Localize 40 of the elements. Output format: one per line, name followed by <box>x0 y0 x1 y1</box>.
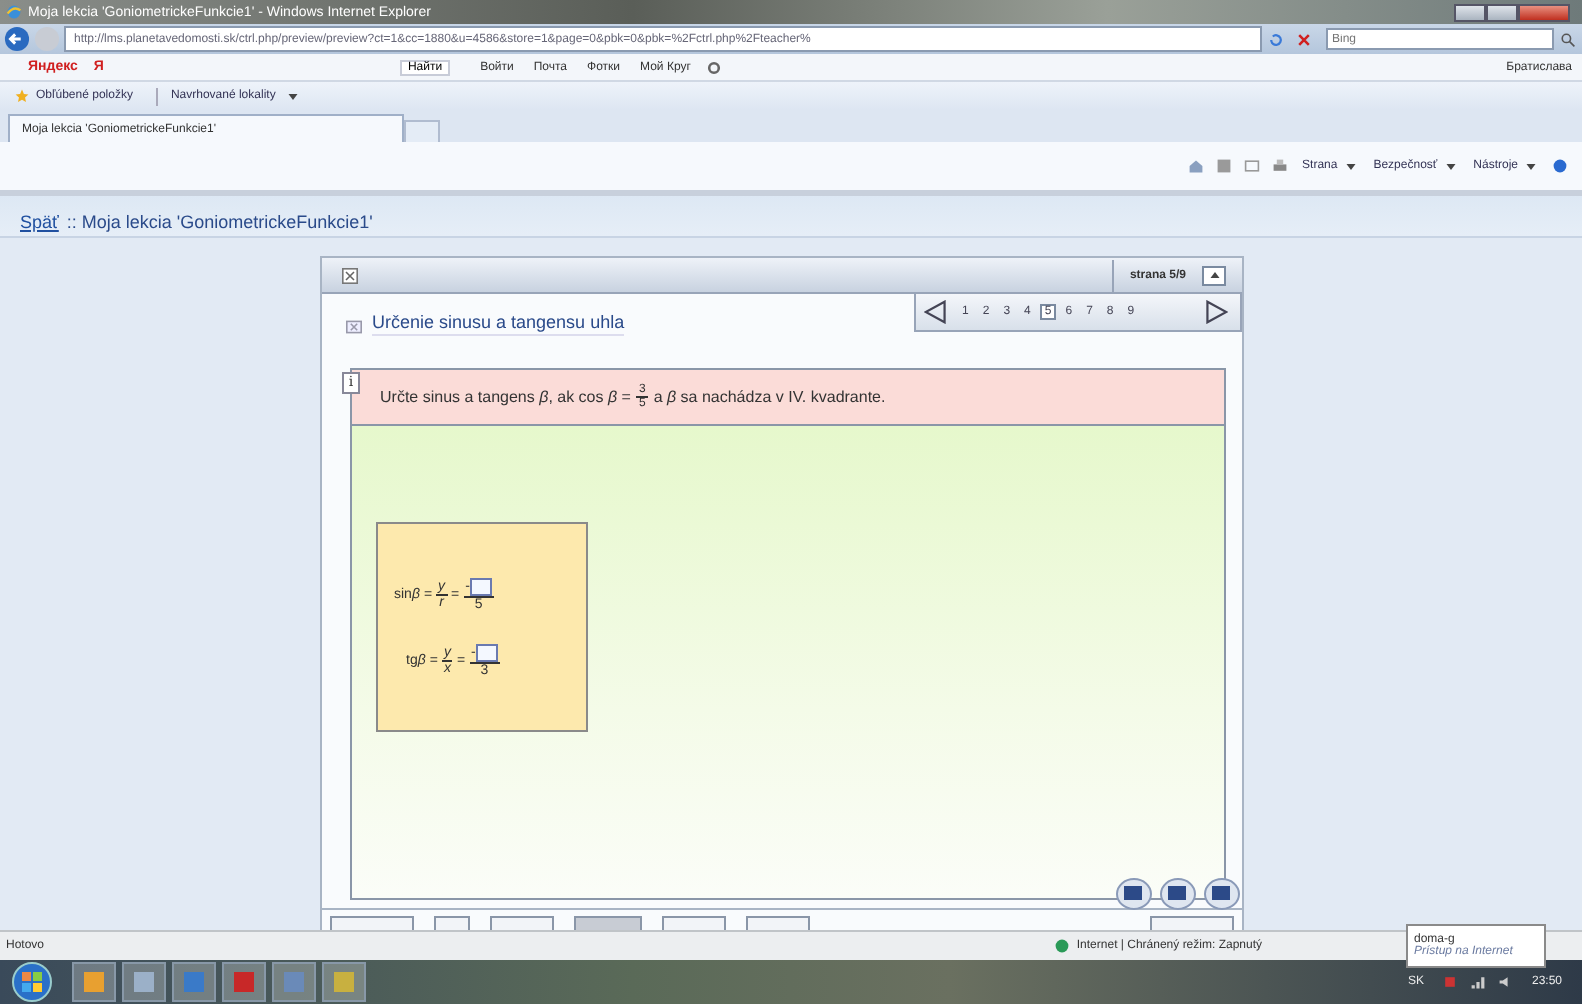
taskbar-button[interactable] <box>222 962 266 1002</box>
back-link[interactable]: Späť <box>20 212 59 232</box>
stop-icon[interactable] <box>1296 31 1312 47</box>
round-button[interactable] <box>1160 878 1196 910</box>
round-button[interactable] <box>1204 878 1240 910</box>
globe-icon <box>1054 938 1071 954</box>
settings-icon[interactable] <box>706 59 723 75</box>
tray-icon[interactable] <box>1441 974 1458 990</box>
caret-icon[interactable] <box>1526 163 1536 169</box>
search-icon[interactable] <box>1560 31 1576 47</box>
star-icon[interactable] <box>14 88 30 104</box>
taskbar-button[interactable] <box>122 962 166 1002</box>
close-button[interactable] <box>1518 3 1570 21</box>
volume-icon[interactable] <box>1497 974 1514 990</box>
page-heading: :: Moja lekcia 'GoniometrickeFunkcie1' <box>66 212 373 232</box>
maximize-button[interactable] <box>1486 3 1518 21</box>
taskbar-button[interactable] <box>322 962 366 1002</box>
caret-icon[interactable] <box>287 93 298 99</box>
lesson-title: Určenie sinusu a tangensu uhla <box>372 312 625 336</box>
network-icon[interactable] <box>1469 974 1486 990</box>
back-button[interactable] <box>4 26 30 52</box>
next-page-button[interactable] <box>1204 300 1228 324</box>
lesson-icon <box>346 320 362 334</box>
help-icon[interactable] <box>1552 158 1568 174</box>
browser-icon <box>6 4 22 20</box>
round-button[interactable] <box>1116 878 1152 910</box>
close-icon[interactable] <box>342 267 358 283</box>
answer-field[interactable] <box>469 577 492 595</box>
minimize-button[interactable] <box>1454 3 1486 21</box>
caret-icon[interactable] <box>1345 163 1356 169</box>
previous-page-button[interactable] <box>924 300 948 324</box>
start-button[interactable] <box>12 962 52 1002</box>
caret-up-icon <box>1209 272 1219 278</box>
refresh-icon[interactable] <box>1268 31 1284 47</box>
collapse-button[interactable] <box>1202 265 1226 285</box>
taskbar-button[interactable] <box>72 962 116 1002</box>
answer-field[interactable] <box>475 643 498 661</box>
print-icon[interactable] <box>1272 158 1289 174</box>
caret-icon[interactable] <box>1445 163 1456 169</box>
home-icon[interactable] <box>1188 158 1205 174</box>
